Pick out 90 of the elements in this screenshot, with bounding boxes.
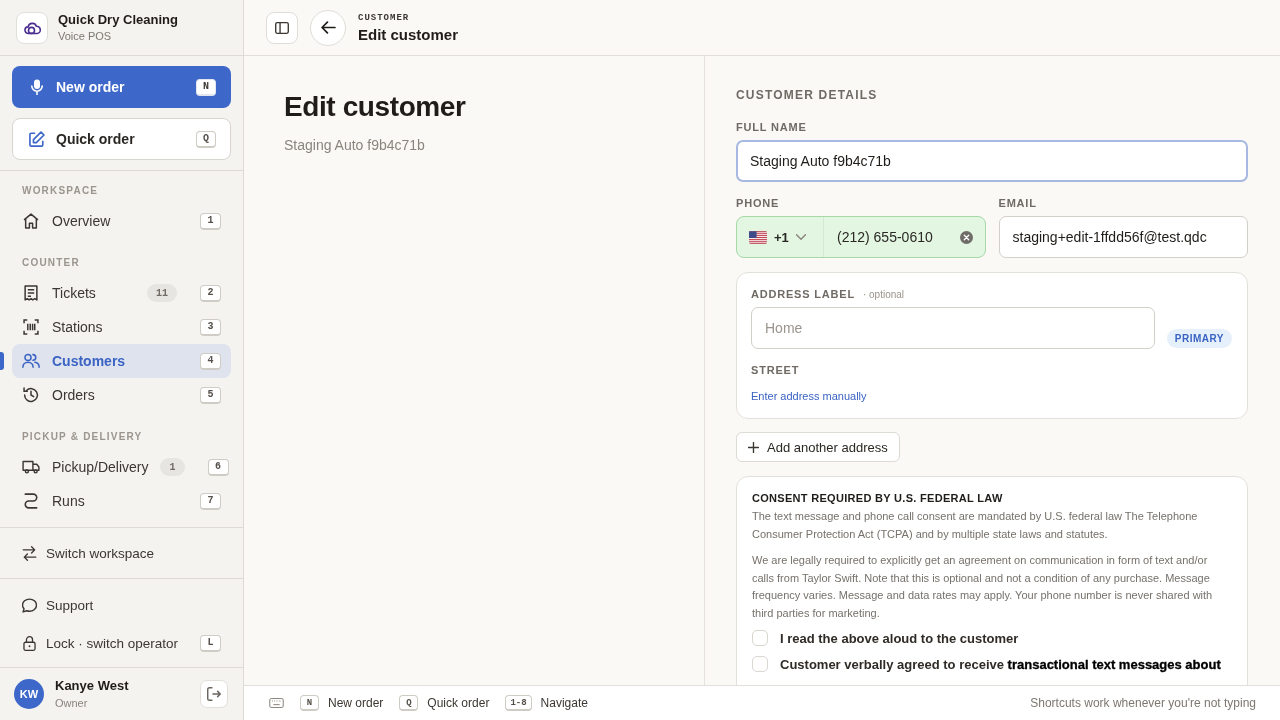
sidebar-toggle-button[interactable] [266,11,298,44]
shortcut-key: 1 [200,212,221,230]
route-icon [22,493,40,509]
swap-arrows-icon [22,545,37,561]
microphone-icon [29,79,45,95]
truck-icon [22,459,40,475]
house-icon [22,213,40,229]
chat-bubble-icon [22,597,37,613]
primary-badge: PRIMARY [1166,329,1232,348]
shortcut-key: 3 [200,318,221,336]
active-indicator [0,352,4,370]
logout-icon [207,687,221,701]
shortcut-key: 4 [200,352,221,370]
consent-paragraph: The text message and phone call consent are mandated by U.S. federal law The Telephone Consumer Protection Act (TCPA) and by multiple state laws and statutes. [752,509,1199,542]
sidebar-item[interactable]: Lock · switch operator L [12,624,231,662]
checkbox-label: Customer verbally agreed to receive transactional text messages about [780,656,1221,672]
shortcut-hint: Shortcuts work whenever you're not typing [1030,696,1256,710]
shortcut-key: 6 [207,458,229,476]
checkbox[interactable] [752,656,768,672]
phone-field[interactable]: +1 (212) 655-0610 [736,216,986,258]
shortcut-label: Navigate [540,696,588,710]
sidebar-item[interactable]: Customers 4 [12,344,231,378]
switch-workspace-button[interactable]: Switch workspace [12,535,231,571]
checkbox[interactable] [752,630,768,646]
page-heading: Edit customer [284,90,467,124]
sidebar-item[interactable]: Stations 3 [12,310,231,344]
sidebar-action-button[interactable]: Quick order Q [12,118,231,160]
user-role: Owner [55,696,89,710]
chevron-down-icon [795,234,806,240]
shortcut-key: 1-8 [505,695,532,711]
consent-title: CONSENT REQUIRED BY U.S. FEDERAL LAW [752,491,1004,505]
back-arrow-icon [320,21,336,34]
shortcut-key: N [196,78,216,96]
full-name-input[interactable]: Staging Auto f9b4c71b [736,140,1248,182]
users-icon [22,353,40,369]
customer-name: Staging Auto f9b4c71b [284,136,426,155]
optional-hint: · optional [862,289,905,300]
logout-button[interactable] [200,680,228,708]
clear-icon[interactable] [959,230,973,244]
brand-subtitle: Voice POS [58,29,113,43]
sidebar-action-button[interactable]: New order N [12,66,231,108]
sidebar-item[interactable]: Runs 7 [12,484,231,518]
cloud-logo-icon [16,11,48,44]
country-code-select[interactable]: +1 [737,217,824,257]
shortcut-key: Q [196,130,216,148]
history-icon [22,387,40,403]
flag-icon [749,230,767,244]
shortcut-key: N [300,695,319,711]
keyboard-icon [269,698,284,708]
plus-icon [748,441,759,453]
page-title: Edit customer [358,24,459,44]
back-button[interactable] [310,9,346,46]
brand-name: Quick Dry Cleaning [58,12,178,28]
field-label: ADDRESS LABEL [751,287,855,301]
section-heading: WORKSPACE [21,184,100,198]
add-address-button[interactable]: Add another address [736,432,900,462]
scan-icon [22,319,40,335]
section-title: CUSTOMER DETAILS [736,87,879,103]
field-label: EMAIL [998,196,1038,210]
shortcut-key: Q [399,695,419,711]
address-label-input[interactable]: Home [751,307,1155,349]
field-label: STREET [751,363,801,377]
lock-icon [22,635,37,651]
shortcut-key: 7 [200,492,221,510]
section-heading: PICKUP & DELIVERY [21,430,144,444]
sidebar-panel-icon [275,21,289,34]
sidebar-item[interactable]: Support [12,586,231,624]
count-badge: 11 [147,284,177,302]
consent-paragraph: We are legally required to explicitly get an agreement on communication in form of text and/or calls from Taylor Swift. Note that this is optional and not a condition of any purchase. Message frequency varies. Message and data rates may apply. Your phone number is never shared with third parties for marketing. [752,553,1214,621]
shortcut-label: Quick order [427,696,490,710]
shortcut-key: 5 [200,386,221,404]
page-eyebrow: CUSTOMER [358,11,411,24]
manual-address-link[interactable]: Enter address manually [751,389,867,403]
receipt-icon [22,285,40,301]
count-badge: 1 [160,458,185,476]
sidebar-item[interactable]: Tickets 11 2 [12,276,231,310]
avatar: KW [14,679,44,709]
field-label: PHONE [736,196,781,210]
shortcut-label: New order [328,696,384,710]
shortcut-key: L [200,634,221,652]
sidebar-item[interactable]: Pickup/Delivery 1 6 [12,450,231,484]
user-name: Kanye West [55,678,129,694]
field-label: FULL NAME [736,120,808,134]
section-heading: COUNTER [21,256,81,270]
shortcut-key: 2 [200,284,221,302]
checkbox-label: I read the above aloud to the customer [780,630,1019,646]
email-input[interactable]: staging+edit-1ffdd56f@test.qdc [998,216,1248,258]
sidebar-item[interactable]: Orders 5 [12,378,231,412]
sidebar-item[interactable]: Overview 1 [12,204,231,238]
edit-icon [29,131,45,147]
